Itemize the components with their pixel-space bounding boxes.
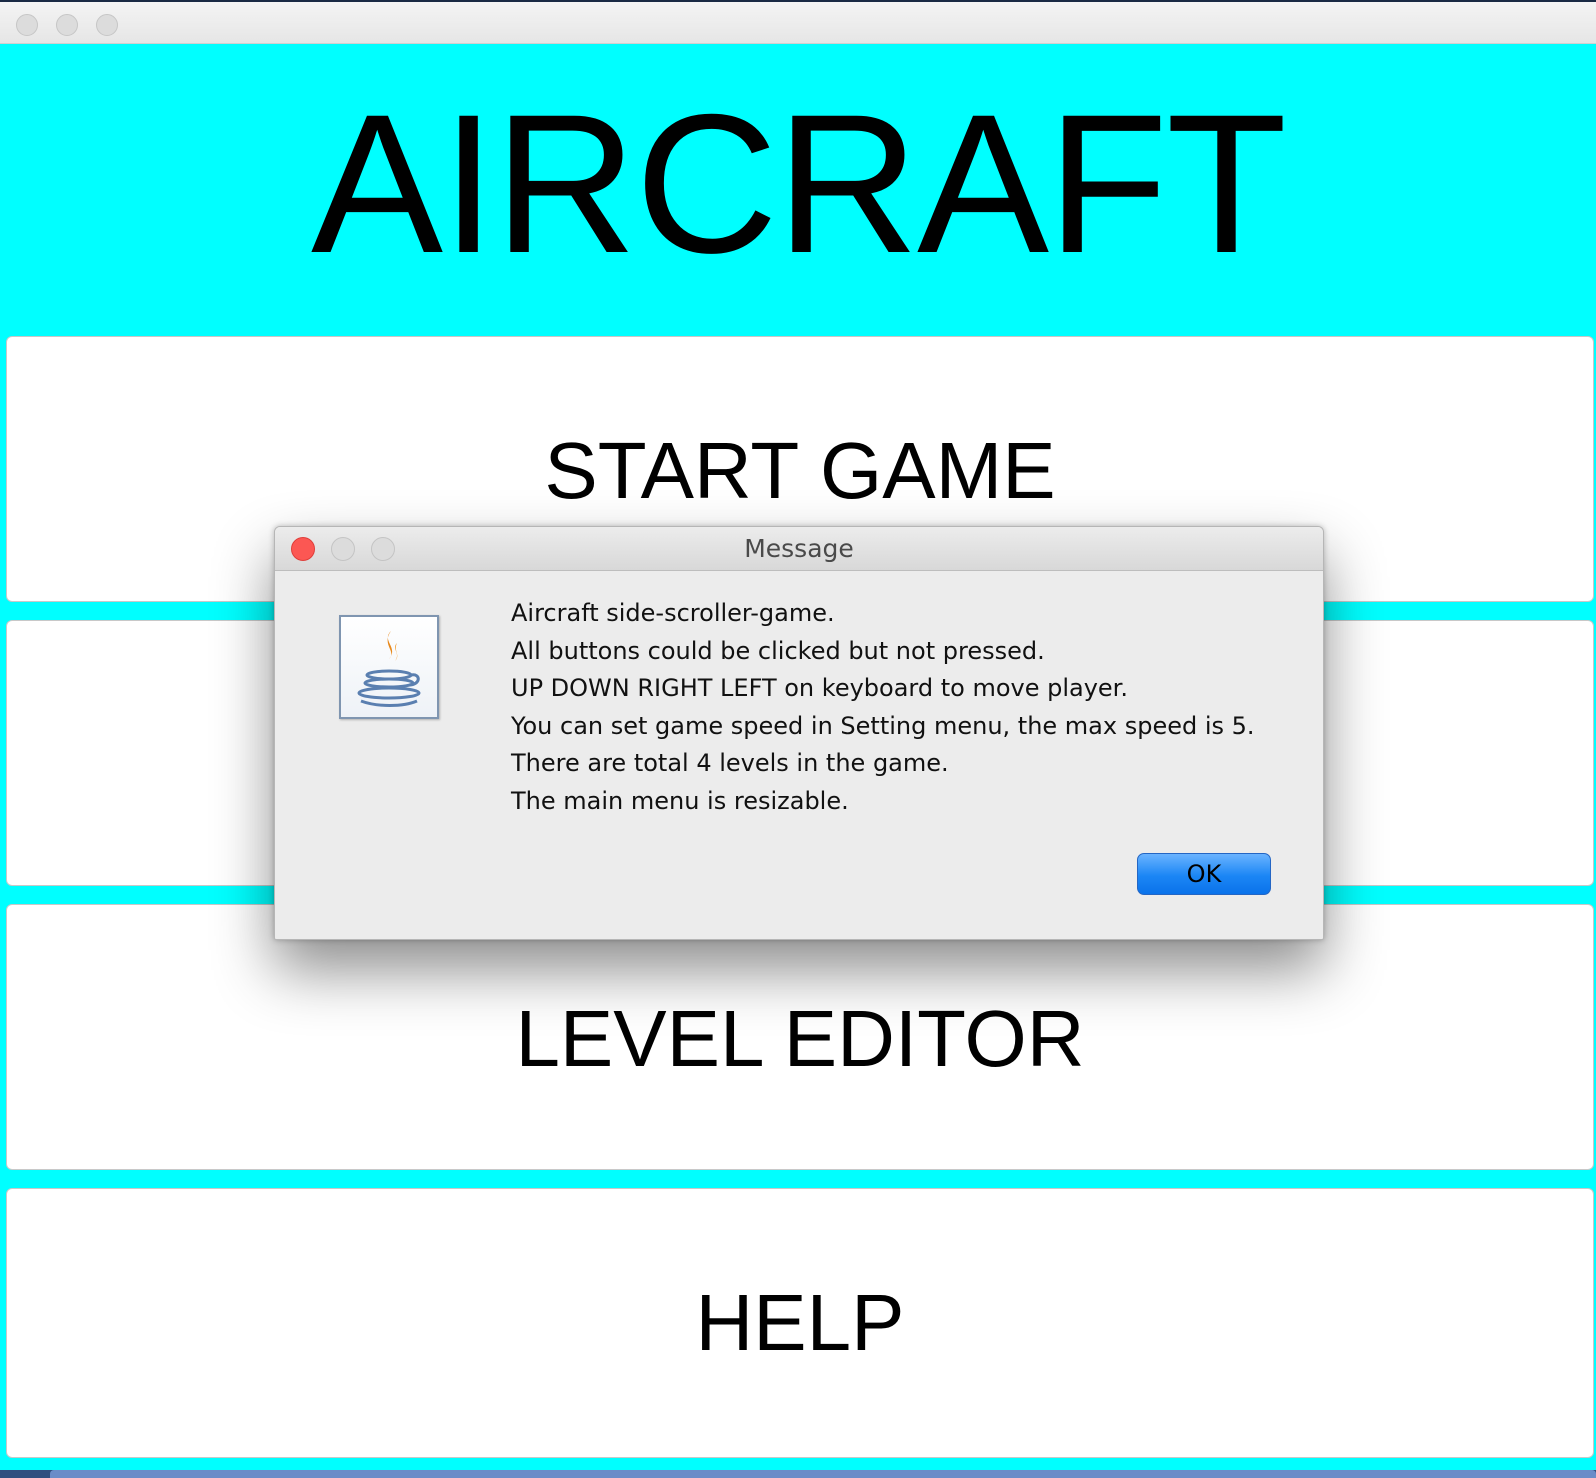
start-game-label: START GAME: [544, 426, 1056, 515]
help-label: HELP: [695, 1278, 905, 1367]
dock-strip: [50, 1470, 1596, 1478]
dialog-titlebar[interactable]: Message: [275, 527, 1323, 571]
dialog-close-icon[interactable]: [291, 537, 315, 561]
close-window-icon[interactable]: [16, 14, 38, 36]
message-line: UP DOWN RIGHT LEFT on keyboard to move p…: [511, 674, 1128, 702]
dialog-title: Message: [744, 534, 854, 563]
message-line: You can set game speed in Setting menu, …: [511, 711, 1255, 740]
dialog-zoom-icon[interactable]: [371, 537, 395, 561]
message-line: There are total 4 levels in the game.: [511, 749, 949, 777]
message-line: The main menu is resizable.: [511, 786, 849, 815]
level-editor-label: LEVEL EDITOR: [515, 994, 1085, 1083]
java-cup-icon: [339, 615, 439, 719]
dialog-minimize-icon[interactable]: [331, 537, 355, 561]
message-dialog: Message Aircraft side-scroller-game. All…: [274, 526, 1324, 940]
window-titlebar[interactable]: [0, 0, 1596, 44]
minimize-window-icon[interactable]: [56, 14, 78, 36]
ok-button[interactable]: OK: [1137, 853, 1271, 895]
game-title: AIRCRAFT: [311, 73, 1287, 294]
message-line: Aircraft side-scroller-game.: [511, 599, 835, 627]
message-line: All buttons could be clicked but not pre…: [511, 636, 1045, 665]
zoom-window-icon[interactable]: [96, 14, 118, 36]
help-button[interactable]: HELP: [6, 1188, 1594, 1458]
dialog-message: Aircraft side-scroller-game. All buttons…: [511, 595, 1255, 820]
level-editor-button[interactable]: LEVEL EDITOR: [6, 904, 1594, 1170]
